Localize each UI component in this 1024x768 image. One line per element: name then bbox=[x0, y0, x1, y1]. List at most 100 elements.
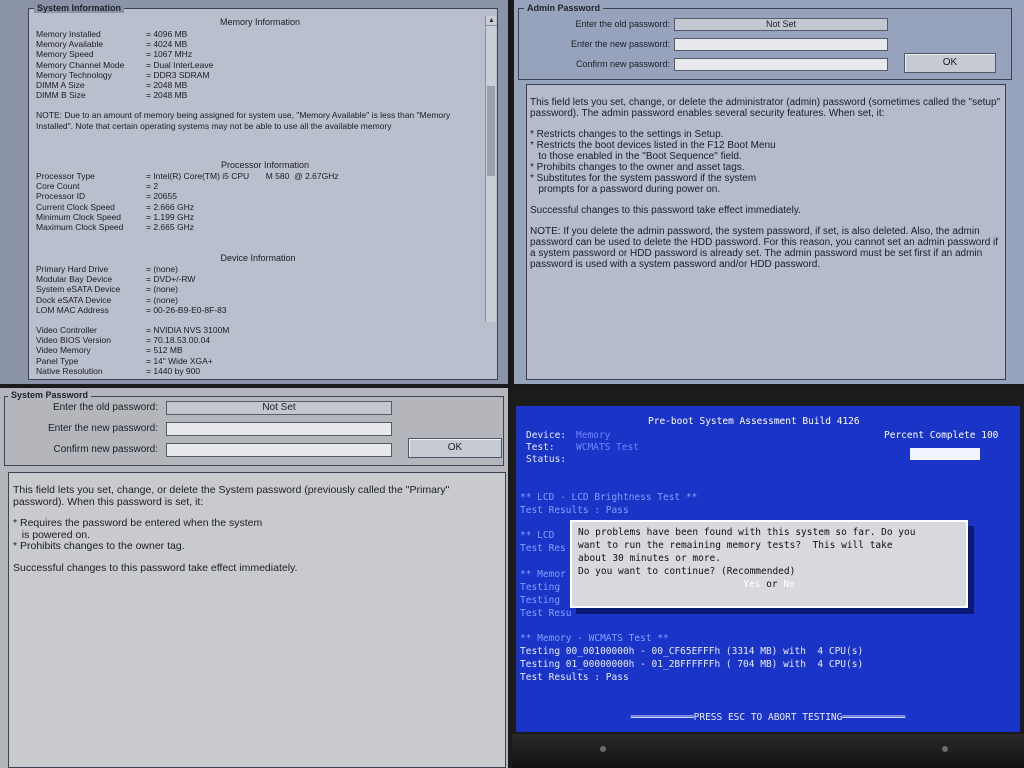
confirm-password-input[interactable] bbox=[166, 443, 392, 457]
progress-bar bbox=[910, 448, 980, 460]
no-option[interactable]: No bbox=[783, 579, 794, 590]
info-key: LOM MAC Address bbox=[36, 304, 109, 315]
info-key: Minimum Clock Speed bbox=[36, 211, 122, 222]
old-password-field: Not Set bbox=[674, 18, 888, 31]
dialog-line: No problems have been found with this sy… bbox=[578, 527, 916, 538]
info-key: DIMM A Size bbox=[36, 80, 85, 90]
memory-heading: Memory Information bbox=[219, 17, 301, 27]
help-bullet: to those enabled in the "Boot Sequence" … bbox=[530, 151, 742, 162]
log-line: Test Res bbox=[520, 543, 566, 554]
info-value: = 2 bbox=[146, 181, 159, 192]
info-value: = (none) bbox=[146, 284, 178, 295]
help-bullet: prompts for a password during power on. bbox=[530, 184, 721, 195]
help-bullet: * Prohibits changes to the owner tag. bbox=[13, 540, 185, 552]
info-value: = 00-26-B9-E0-8F-83 bbox=[146, 304, 227, 315]
ok-button[interactable]: OK bbox=[408, 438, 502, 458]
info-value: = 2048 MB bbox=[146, 90, 188, 101]
scroll-up-icon[interactable]: ▲ bbox=[486, 16, 497, 26]
help-paragraph: This field lets you set, change, or dele… bbox=[13, 484, 450, 508]
info-value: = 20655 bbox=[146, 191, 177, 202]
info-value: = 1440 by 900 bbox=[146, 365, 201, 376]
or-text: or bbox=[766, 579, 778, 590]
confirm-password-label: Confirm new password: bbox=[53, 444, 158, 455]
info-value: = 4096 MB bbox=[146, 29, 188, 39]
help-paragraph: This field lets you set, change, or dele… bbox=[530, 97, 1001, 119]
laptop-bezel bbox=[512, 734, 1024, 768]
log-line: ** LCD - LCD Brightness Test ** bbox=[520, 492, 698, 503]
help-paragraph: Successful changes to this password take… bbox=[13, 561, 298, 574]
info-key: Memory Technology bbox=[36, 69, 112, 80]
scrollbar[interactable]: ▲ bbox=[485, 16, 497, 322]
old-password-label: Enter the old password: bbox=[52, 402, 158, 413]
log-line: ** LCD bbox=[520, 530, 555, 541]
info-key: DIMM B Size bbox=[36, 90, 86, 101]
info-value: = 2.666 GHz bbox=[146, 201, 194, 212]
processor-heading: Processor Information bbox=[220, 160, 310, 170]
help-bullet: * Restricts the boot devices listed in t… bbox=[530, 140, 776, 151]
admin-password-screen: Admin Password Enter the old password: N… bbox=[514, 0, 1024, 384]
yes-no-prompt: Yes or No bbox=[578, 578, 960, 591]
info-value: = DVD+/-RW bbox=[146, 274, 196, 285]
system-password-screen: System Password Enter the old password: … bbox=[0, 388, 508, 768]
continue-dialog: No problems have been found with this sy… bbox=[570, 520, 968, 608]
info-key: System eSATA Device bbox=[36, 284, 121, 295]
help-bullet: * Requires the password be entered when … bbox=[13, 517, 263, 529]
info-value: = (none) bbox=[146, 264, 178, 274]
info-key: Primary Hard Drive bbox=[36, 264, 109, 274]
dialog-line: Do you want to continue? (Recommended) bbox=[578, 566, 796, 577]
device-label: Device: bbox=[526, 430, 567, 441]
old-password-label: Enter the old password: bbox=[575, 19, 670, 29]
test-value: WCMATS Test bbox=[576, 442, 639, 453]
help-paragraph: Successful changes to this password take… bbox=[530, 205, 801, 216]
old-password-field: Not Set bbox=[166, 401, 392, 415]
new-password-label: Enter the new password: bbox=[47, 423, 158, 434]
status-led-icon bbox=[942, 746, 948, 752]
new-password-input[interactable] bbox=[166, 422, 392, 436]
info-key: Video Memory bbox=[36, 345, 91, 356]
log-line: Testing 00_00100000h - 00_CF65EFFFh (331… bbox=[520, 646, 864, 657]
confirm-password-input[interactable] bbox=[674, 58, 888, 71]
info-key: Memory Channel Mode bbox=[36, 59, 125, 70]
info-value: = Dual InterLeave bbox=[146, 59, 214, 70]
confirm-password-label: Confirm new password: bbox=[575, 59, 670, 69]
log-line: Test Results : Pass bbox=[520, 672, 629, 683]
info-value: = 512 MB bbox=[146, 345, 183, 356]
info-value: = 70.18.53.00.04 bbox=[146, 335, 211, 346]
info-value: = (none) bbox=[146, 294, 178, 305]
info-value: = 1067 MHz bbox=[146, 49, 193, 60]
info-key: Processor ID bbox=[36, 191, 86, 202]
admin-help-text: This field lets you set, change, or dele… bbox=[526, 84, 1006, 380]
info-key: Panel Type bbox=[36, 355, 79, 366]
info-key: Memory Speed bbox=[36, 49, 94, 60]
scroll-thumb[interactable] bbox=[487, 86, 495, 176]
info-key: Processor Type bbox=[36, 171, 95, 181]
info-value: = 2048 MB bbox=[146, 80, 188, 90]
info-key: Dock eSATA Device bbox=[36, 294, 112, 305]
ok-button[interactable]: OK bbox=[904, 53, 996, 73]
psa-title: Pre-boot System Assessment Build 4126 bbox=[648, 416, 860, 427]
psa-diagnostics-screen: Pre-boot System Assessment Build 4126 De… bbox=[512, 388, 1024, 768]
system-help-text: This field lets you set, change, or dele… bbox=[8, 472, 506, 768]
info-value: = NVIDIA NVS 3100M bbox=[146, 325, 230, 335]
status-label: Status: bbox=[526, 454, 567, 465]
help-bullet: * Substitutes for the system password if… bbox=[530, 173, 757, 184]
info-value: = DDR3 SDRAM bbox=[146, 69, 210, 80]
panel-title: Admin Password bbox=[524, 3, 604, 13]
info-key: Core Count bbox=[36, 181, 80, 192]
info-value: = 4024 MB bbox=[146, 39, 188, 50]
info-value: = Intel(R) Core(TM) i5 CPU M 580 @ 2.67G… bbox=[146, 171, 339, 181]
info-key: Modular Bay Device bbox=[36, 274, 113, 285]
panel-title: System Information bbox=[34, 3, 125, 13]
abort-hint: PRESS ESC TO ABORT TESTING bbox=[693, 712, 843, 723]
yes-option[interactable]: Yes bbox=[743, 579, 760, 590]
info-key: Video BIOS Version bbox=[36, 335, 111, 346]
info-value: = 14" Wide XGA+ bbox=[146, 355, 213, 366]
new-password-input[interactable] bbox=[674, 38, 888, 51]
log-line: Testing bbox=[520, 595, 561, 606]
device-value: Memory bbox=[576, 430, 611, 441]
info-key: Memory Available bbox=[36, 39, 103, 50]
log-line: Testing 01_00000000h - 01_2BFFFFFFh ( 70… bbox=[520, 659, 864, 670]
status-led-icon bbox=[600, 746, 606, 752]
help-bullets: * Requires the password be entered when … bbox=[13, 517, 501, 553]
help-bullets: * Restricts changes to the settings in S… bbox=[530, 129, 1002, 195]
